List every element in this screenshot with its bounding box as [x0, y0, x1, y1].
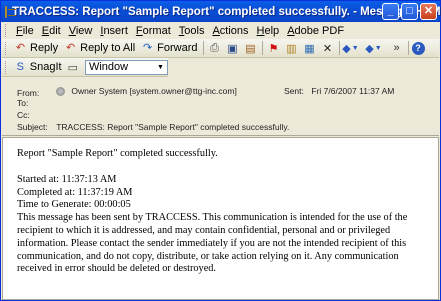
delete-icon[interactable]: ✕: [320, 40, 336, 56]
toolbar-options-icon[interactable]: »: [389, 40, 405, 56]
reply-all-button[interactable]: ↶ Reply to All: [61, 40, 138, 57]
reply-icon: ↶: [15, 42, 26, 54]
from-label: From:: [17, 87, 40, 98]
help-icon[interactable]: ?: [411, 41, 425, 55]
window-controls: _ □ ✕: [382, 3, 437, 20]
toolbar-separator: [407, 41, 409, 55]
subject-value: TRACCESS: Report "Sample Report" complet…: [56, 122, 290, 132]
menu-actions[interactable]: Actions: [208, 25, 252, 37]
menu-format[interactable]: Format: [132, 25, 175, 37]
from-address[interactable]: Owner System [system.owner@ttg-inc.com]: [71, 86, 236, 96]
message-text: Report "Sample Report" completed success…: [17, 148, 429, 276]
time-to-generate-line: Time to Generate: 00:00:05: [17, 199, 131, 211]
flag-icon[interactable]: ⚑: [266, 40, 282, 56]
sent-row: Sent: Fri 7/6/2007 11:37 AM: [284, 86, 394, 96]
capture-mode-select[interactable]: Window ▼: [84, 59, 169, 75]
menu-help[interactable]: Help: [253, 25, 284, 37]
move-to-folder-icon[interactable]: ▦: [302, 40, 318, 56]
close-button[interactable]: ✕: [420, 3, 437, 20]
sent-value: Fri 7/6/2007 11:37 AM: [311, 86, 395, 96]
next-item-icon[interactable]: ◆ ▼: [365, 40, 381, 56]
menu-tools[interactable]: Tools: [175, 25, 209, 37]
toolbar-separator: [202, 41, 204, 55]
sent-label: Sent:: [284, 86, 304, 96]
window-title: TRACCESS: Report "Sample Report" complet…: [12, 5, 441, 18]
sender-status-icon: [56, 86, 66, 96]
disclaimer: This message has been sent by TRACCESS. …: [17, 212, 408, 275]
maximize-button[interactable]: □: [401, 3, 418, 20]
menu-bar: File Edit View Insert Format Tools Actio…: [2, 22, 439, 39]
reply-all-icon: ↶: [66, 42, 76, 54]
standard-toolbar: ↶ Reply ↶ Reply to All ↷ Forward ⎙ ▣ ▤ ⚑…: [2, 39, 439, 58]
reply-button[interactable]: ↶ Reply: [11, 40, 61, 57]
cc-label: Cc:: [17, 110, 30, 120]
forward-button[interactable]: ↷ Forward: [138, 40, 200, 57]
menu-adobe-pdf[interactable]: Adobe PDF: [283, 25, 348, 37]
subject-row: Subject: TRACCESS: Report "Sample Report…: [17, 122, 289, 132]
menu-file[interactable]: File: [12, 25, 38, 37]
minimize-button[interactable]: _: [382, 3, 399, 20]
status-line: Report "Sample Report" completed success…: [17, 148, 218, 159]
forward-label: Forward: [157, 42, 198, 54]
forward-icon: ↷: [143, 42, 153, 54]
subject-label: Subject:: [17, 122, 48, 132]
menu-edit[interactable]: Edit: [38, 25, 65, 37]
envelope-icon: [5, 5, 16, 18]
previous-item-icon[interactable]: ◆ ▼: [342, 40, 358, 56]
snagit-button[interactable]: S SnagIt: [11, 59, 65, 76]
completed-line: Completed at: 11:37:19 AM: [17, 186, 133, 198]
address-book-icon[interactable]: ▤: [243, 40, 259, 56]
toolbar-grip[interactable]: [5, 41, 8, 55]
cc-row: Cc:: [17, 110, 54, 120]
toolbar-separator: [261, 41, 263, 55]
snagit-label: SnagIt: [29, 61, 62, 73]
to-row: To:: [17, 98, 54, 108]
toolbar-separator: [338, 41, 340, 55]
snagit-icon: S: [16, 61, 24, 73]
to-label: To:: [17, 98, 29, 108]
from-value[interactable]: Owner System [system.owner@ttg-inc.com]: [56, 86, 237, 96]
toolbar-grip[interactable]: [5, 60, 8, 74]
from-row: From: Owner System [system.owner@ttg-inc…: [17, 86, 237, 98]
save-icon[interactable]: ▣: [225, 40, 241, 56]
print-icon[interactable]: ⎙: [207, 40, 223, 56]
reply-all-label: Reply to All: [80, 42, 136, 54]
menu-insert[interactable]: Insert: [96, 25, 132, 37]
categories-icon[interactable]: ▥: [284, 40, 300, 56]
reply-label: Reply: [30, 42, 59, 54]
started-line: Started at: 11:37:13 AM: [17, 173, 117, 185]
snagit-capture-icon[interactable]: ▭: [66, 59, 80, 75]
snagit-toolbar: S SnagIt ▭ Window ▼: [2, 58, 169, 77]
message-headers: From: Owner System [system.owner@ttg-inc…: [2, 78, 439, 136]
message-body[interactable]: Report "Sample Report" completed success…: [2, 137, 439, 300]
menu-grip[interactable]: [5, 24, 8, 37]
capture-mode-value: Window: [88, 61, 129, 73]
chevron-down-icon: ▼: [157, 63, 164, 71]
title-bar[interactable]: TRACCESS: Report "Sample Report" complet…: [1, 1, 441, 22]
menu-view[interactable]: View: [65, 25, 97, 37]
message-window: TRACCESS: Report "Sample Report" complet…: [0, 0, 441, 301]
